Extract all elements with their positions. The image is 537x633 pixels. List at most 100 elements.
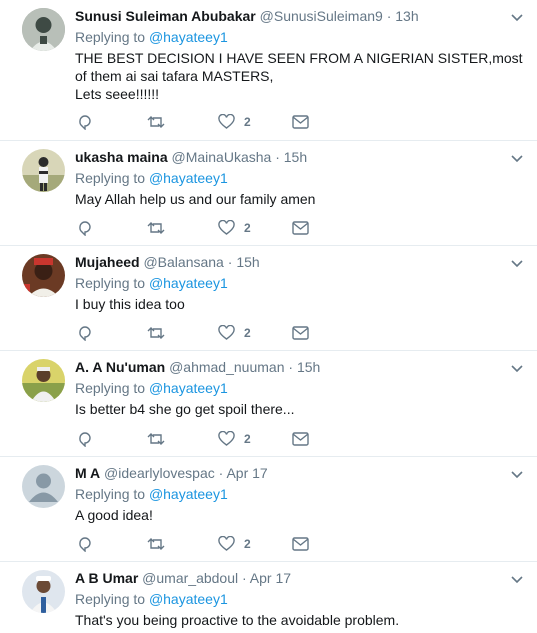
user-handle[interactable]: @Balansana (143, 254, 223, 270)
default-avatar-icon (22, 465, 65, 508)
chevron-down-icon[interactable] (510, 361, 524, 375)
like-count: 2 (244, 432, 251, 446)
heart-icon (218, 220, 235, 235)
reply-feed: Sunusi Suleiman Abubakar @SunusiSuleiman… (0, 0, 537, 633)
timestamp[interactable]: 13h (395, 8, 418, 24)
reply-button[interactable] (77, 219, 93, 237)
reply-icon (79, 537, 91, 552)
timestamp[interactable]: Apr 17 (250, 570, 291, 586)
retweet-icon (147, 222, 165, 234)
retweet-icon (147, 327, 165, 339)
retweet-button[interactable] (147, 430, 165, 448)
chevron-down-icon[interactable] (510, 151, 524, 165)
replying-to: Replying to @hayateey1 (75, 485, 228, 503)
chevron-down-icon[interactable] (510, 10, 524, 24)
heart-icon (218, 431, 235, 446)
chevron-down-icon[interactable] (510, 572, 524, 586)
tweet-text: May Allah help us and our family amen (75, 190, 525, 208)
tweet-text-line: May Allah help us and our family amen (75, 191, 316, 207)
timestamp[interactable]: 15h (297, 359, 320, 375)
tweet-text-line: Is better b4 she go get spoil there... (75, 401, 295, 417)
user-handle[interactable]: @ahmad_nuuman (169, 359, 284, 375)
display-name[interactable]: Mujaheed (75, 254, 140, 270)
envelope-icon (292, 432, 309, 446)
reply-to-link[interactable]: @hayateey1 (149, 591, 228, 607)
avatar[interactable] (22, 465, 65, 508)
message-button[interactable] (292, 219, 309, 237)
reply-to-link[interactable]: @hayateey1 (149, 275, 228, 291)
tweet[interactable]: ukasha maina @MainaUkasha · 15h Replying… (0, 141, 537, 246)
retweet-button[interactable] (147, 113, 165, 131)
reply-to-link[interactable]: @hayateey1 (149, 380, 228, 396)
avatar[interactable] (22, 359, 65, 402)
separator-dot: · (242, 570, 247, 586)
timestamp[interactable]: 15h (236, 254, 259, 270)
display-name[interactable]: A. A Nu'uman (75, 359, 165, 375)
reply-button[interactable] (77, 535, 93, 553)
message-button[interactable] (292, 324, 309, 342)
tweet[interactable]: Sunusi Suleiman Abubakar @SunusiSuleiman… (0, 0, 537, 141)
user-handle[interactable]: @umar_abdoul (142, 570, 238, 586)
user-handle[interactable]: @SunusiSuleiman9 (260, 8, 383, 24)
separator-dot: · (275, 149, 280, 165)
envelope-icon (292, 326, 309, 340)
retweet-button[interactable] (147, 324, 165, 342)
tweet-text-line: THE BEST DECISION I HAVE SEEN FROM A NIG… (75, 50, 523, 84)
like-count: 2 (244, 537, 251, 551)
avatar[interactable] (22, 570, 65, 613)
like-button[interactable]: 2 (218, 535, 251, 553)
avatar[interactable] (22, 254, 65, 297)
display-name[interactable]: M A (75, 465, 100, 481)
tweet[interactable]: Mujaheed @Balansana · 15h Replying to @h… (0, 246, 537, 351)
heart-icon (218, 536, 235, 551)
reply-button[interactable] (77, 113, 93, 131)
tweet-header: A. A Nu'uman @ahmad_nuuman · 15h (75, 359, 320, 375)
like-button[interactable]: 2 (218, 219, 251, 237)
tweet-actions: 2 (77, 219, 317, 237)
user-handle[interactable]: @MainaUkasha (172, 149, 272, 165)
like-button[interactable]: 2 (218, 113, 251, 131)
timestamp[interactable]: 15h (284, 149, 307, 165)
like-button[interactable]: 2 (218, 324, 251, 342)
message-button[interactable] (292, 535, 309, 553)
tweet-actions: 2 (77, 113, 317, 131)
reply-button[interactable] (77, 324, 93, 342)
tweet-header: M A @idearlylovespac · Apr 17 (75, 465, 268, 481)
retweet-icon (147, 116, 165, 128)
tweet-text-line: Lets seee!!!!!! (75, 86, 160, 102)
user-handle[interactable]: @idearlylovespac (104, 465, 215, 481)
replying-label: Replying to (75, 380, 146, 396)
tweet-text-line: That's you being proactive to the avoida… (75, 612, 400, 628)
tweet-text: THE BEST DECISION I HAVE SEEN FROM A NIG… (75, 49, 525, 103)
heart-icon (218, 325, 235, 340)
chevron-down-icon[interactable] (510, 256, 524, 270)
reply-to-link[interactable]: @hayateey1 (149, 29, 228, 45)
timestamp[interactable]: Apr 17 (226, 465, 267, 481)
tweet[interactable]: A. A Nu'uman @ahmad_nuuman · 15h Replyin… (0, 351, 537, 457)
message-button[interactable] (292, 113, 309, 131)
like-button[interactable]: 2 (218, 430, 251, 448)
display-name[interactable]: ukasha maina (75, 149, 168, 165)
avatar[interactable] (22, 8, 65, 51)
tweet[interactable]: A B Umar @umar_abdoul · Apr 17 Replying … (0, 562, 537, 633)
display-name[interactable]: A B Umar (75, 570, 138, 586)
replying-to: Replying to @hayateey1 (75, 590, 228, 608)
display-name[interactable]: Sunusi Suleiman Abubakar (75, 8, 256, 24)
chevron-down-icon[interactable] (510, 467, 524, 481)
avatar[interactable] (22, 149, 65, 192)
replying-to: Replying to @hayateey1 (75, 274, 228, 292)
replying-label: Replying to (75, 170, 146, 186)
replying-label: Replying to (75, 486, 146, 502)
message-button[interactable] (292, 430, 309, 448)
retweet-button[interactable] (147, 219, 165, 237)
tweet-text: A good idea! (75, 506, 525, 524)
retweet-button[interactable] (147, 535, 165, 553)
like-count: 2 (244, 115, 251, 129)
envelope-icon (292, 221, 309, 235)
reply-to-link[interactable]: @hayateey1 (149, 170, 228, 186)
reply-button[interactable] (77, 430, 93, 448)
tweet[interactable]: M A @idearlylovespac · Apr 17 Replying t… (0, 457, 537, 562)
reply-to-link[interactable]: @hayateey1 (149, 486, 228, 502)
tweet-header: ukasha maina @MainaUkasha · 15h (75, 149, 307, 165)
replying-to: Replying to @hayateey1 (75, 379, 228, 397)
